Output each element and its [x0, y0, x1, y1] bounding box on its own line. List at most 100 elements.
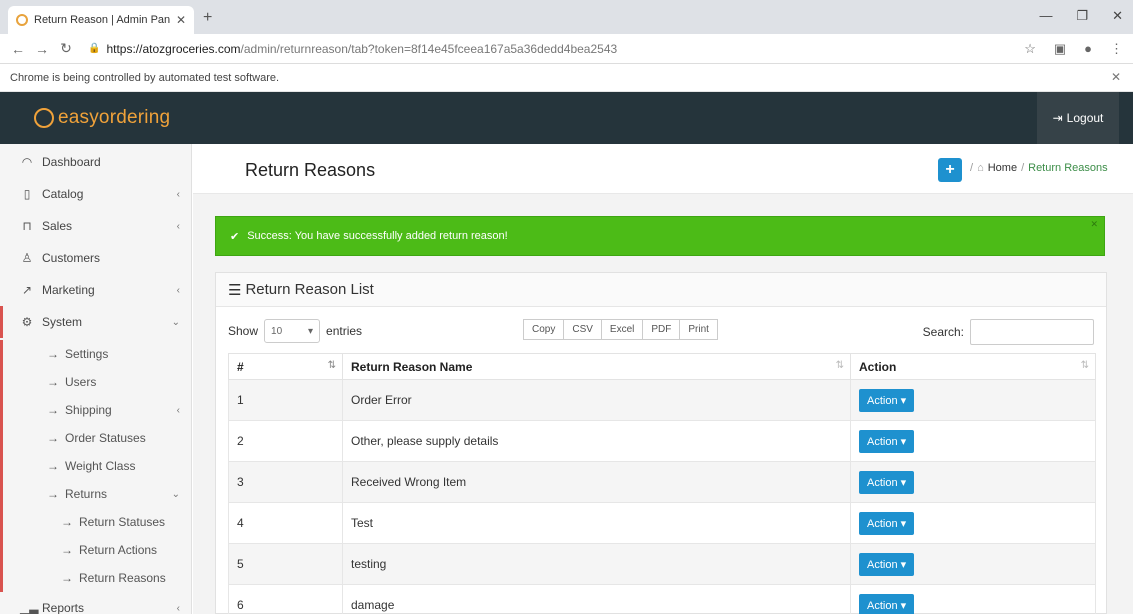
sidebar-item-return-actions[interactable]: → Return Actions — [0, 536, 192, 564]
menu-icon[interactable]: ⋮ — [1110, 41, 1123, 57]
caret-down-icon: ▾ — [900, 599, 907, 612]
app-header: easyordering ⇥ Logout — [0, 92, 1133, 144]
sidebar-item-label: Sales — [42, 219, 73, 233]
sidebar-item-users[interactable]: → Users — [0, 368, 192, 396]
search-label: Search: — [922, 325, 964, 339]
entries-select[interactable]: 10 ▾ — [264, 319, 321, 343]
cart-icon: ⊓ — [22, 219, 32, 233]
sidebar-item-label: Settings — [65, 347, 109, 361]
minimize-icon[interactable]: — — [1039, 8, 1052, 24]
browser-tab[interactable]: Return Reason | Admin Panel - P ✕ — [8, 6, 194, 34]
back-icon[interactable]: ← — [6, 41, 30, 57]
close-alert-icon[interactable]: ✕ — [1090, 219, 1098, 230]
sidebar-item-system[interactable]: ⚙ System ⌄ — [0, 306, 192, 338]
sidebar-item-return-reasons[interactable]: → Return Reasons — [0, 564, 192, 592]
row-number: 5 — [228, 543, 343, 585]
pdf-button[interactable]: PDF — [642, 319, 681, 340]
logout-icon: ⇥ — [1052, 111, 1063, 125]
sidebar-item-customers[interactable]: ♙ Customers — [0, 242, 192, 274]
address-bar-actions: ☆ ▣ ● ⋮ — [1024, 41, 1123, 57]
column-header-action[interactable]: Action ⇅ — [850, 353, 1096, 380]
catalog-icon: ▯ — [23, 187, 31, 201]
row-name: Other, please supply details — [342, 420, 851, 462]
excel-button[interactable]: Excel — [600, 319, 644, 340]
arrow-right-icon: → — [47, 487, 59, 501]
breadcrumb-home[interactable]: Home — [988, 162, 1017, 174]
chevron-left-icon: ‹ — [176, 284, 180, 296]
sidebar-item-marketing[interactable]: ↗ Marketing ‹ — [0, 274, 192, 306]
url-field[interactable]: 🔒 https://atozgroceries.com/admin/return… — [88, 42, 617, 56]
caret-down-icon: ▾ — [900, 476, 907, 489]
logo-text: easyordering — [58, 107, 171, 128]
extension-icon[interactable]: ▣ — [1054, 41, 1066, 57]
csv-button[interactable]: CSV — [563, 319, 602, 340]
row-number: 4 — [228, 502, 343, 544]
row-number: 3 — [228, 461, 343, 503]
action-label: Action — [867, 476, 898, 489]
search-input[interactable] — [970, 319, 1094, 345]
logout-button[interactable]: ⇥ Logout — [1037, 92, 1119, 144]
row-action-cell: Action ▾ — [850, 420, 1096, 462]
logo[interactable]: easyordering — [0, 92, 192, 144]
table-row: 2 Other, please supply details Action ▾ — [228, 420, 1096, 462]
profile-icon[interactable]: ● — [1084, 41, 1092, 57]
chevron-left-icon: ‹ — [176, 602, 180, 614]
print-button[interactable]: Print — [679, 319, 718, 340]
success-alert: ✔ Success: You have successfully added r… — [215, 216, 1105, 256]
arrow-right-icon: → — [47, 403, 59, 417]
table-row: 1 Order Error Action ▾ — [228, 379, 1096, 421]
breadcrumb-separator: / — [970, 162, 974, 174]
sidebar-item-sales[interactable]: ⊓ Sales ‹ — [0, 210, 192, 242]
row-name: Test — [342, 502, 851, 544]
sidebar-item-weight-class[interactable]: → Weight Class — [0, 452, 192, 480]
action-dropdown-button[interactable]: Action ▾ — [859, 552, 915, 576]
close-window-icon[interactable]: ✕ — [1112, 8, 1123, 24]
close-tab-icon[interactable]: ✕ — [176, 13, 186, 27]
length-control: Show 10 ▾ entries — [228, 319, 362, 343]
column-header-number[interactable]: # ⇅ — [228, 353, 343, 380]
sidebar-item-reports[interactable]: ▁▃ Reports ‹ — [0, 592, 192, 614]
sidebar-item-label: Shipping — [65, 403, 112, 417]
copy-button[interactable]: Copy — [523, 319, 565, 340]
action-dropdown-button[interactable]: Action ▾ — [859, 429, 915, 453]
action-dropdown-button[interactable]: Action ▾ — [859, 470, 915, 494]
bookmark-star-icon[interactable]: ☆ — [1024, 41, 1036, 57]
table-row: 4 Test Action ▾ — [228, 502, 1096, 544]
sidebar: ◠ Dashboard ▯ Catalog ‹ ⊓ Sales ‹ ♙ Cust… — [0, 144, 192, 614]
add-button[interactable]: + — [938, 158, 962, 182]
new-tab-icon[interactable]: + — [203, 9, 212, 27]
reload-icon[interactable]: ↻ — [54, 40, 78, 57]
action-dropdown-button[interactable]: Action ▾ — [859, 511, 915, 535]
breadcrumb-current[interactable]: Return Reasons — [1028, 162, 1108, 174]
sidebar-item-dashboard[interactable]: ◠ Dashboard — [0, 146, 192, 178]
action-dropdown-button[interactable]: Action ▾ — [859, 388, 915, 412]
arrow-right-icon: → — [47, 375, 59, 389]
forward-icon[interactable]: → — [30, 41, 54, 57]
breadcrumb-separator: / — [1021, 162, 1025, 174]
row-action-cell: Action ▾ — [850, 584, 1096, 614]
sidebar-item-shipping[interactable]: → Shipping ‹ — [0, 396, 192, 424]
column-header-name[interactable]: Return Reason Name ⇅ — [342, 353, 851, 380]
sidebar-item-return-statuses[interactable]: → Return Statuses — [0, 508, 192, 536]
show-label: Show — [228, 324, 259, 338]
sidebar-item-settings[interactable]: → Settings — [0, 340, 192, 368]
arrow-right-icon: → — [47, 459, 59, 473]
dashboard-icon: ◠ — [21, 155, 33, 169]
tab-title: Return Reason | Admin Panel - P — [34, 14, 170, 26]
sidebar-item-label: Return Actions — [79, 543, 158, 557]
breadcrumb: / ⌂ Home / Return Reasons — [970, 162, 1108, 174]
favicon-icon — [16, 14, 28, 26]
action-dropdown-button[interactable]: Action ▾ — [859, 593, 915, 614]
list-icon: ☰ — [228, 281, 242, 299]
table-header-row: # ⇅ Return Reason Name ⇅ Action ⇅ — [228, 353, 1096, 380]
sort-icon: ⇅ — [835, 359, 844, 371]
sidebar-item-order-statuses[interactable]: → Order Statuses — [0, 424, 192, 452]
sidebar-item-returns[interactable]: → Returns ⌄ — [0, 480, 192, 508]
close-infobar-icon[interactable]: ✕ — [1111, 70, 1121, 84]
sidebar-item-catalog[interactable]: ▯ Catalog ‹ — [0, 178, 192, 210]
action-label: Action — [867, 517, 898, 530]
arrow-right-icon: → — [47, 347, 59, 361]
row-number: 2 — [228, 420, 343, 462]
share-icon: ↗ — [21, 283, 33, 297]
maximize-icon[interactable]: ❐ — [1076, 8, 1088, 24]
